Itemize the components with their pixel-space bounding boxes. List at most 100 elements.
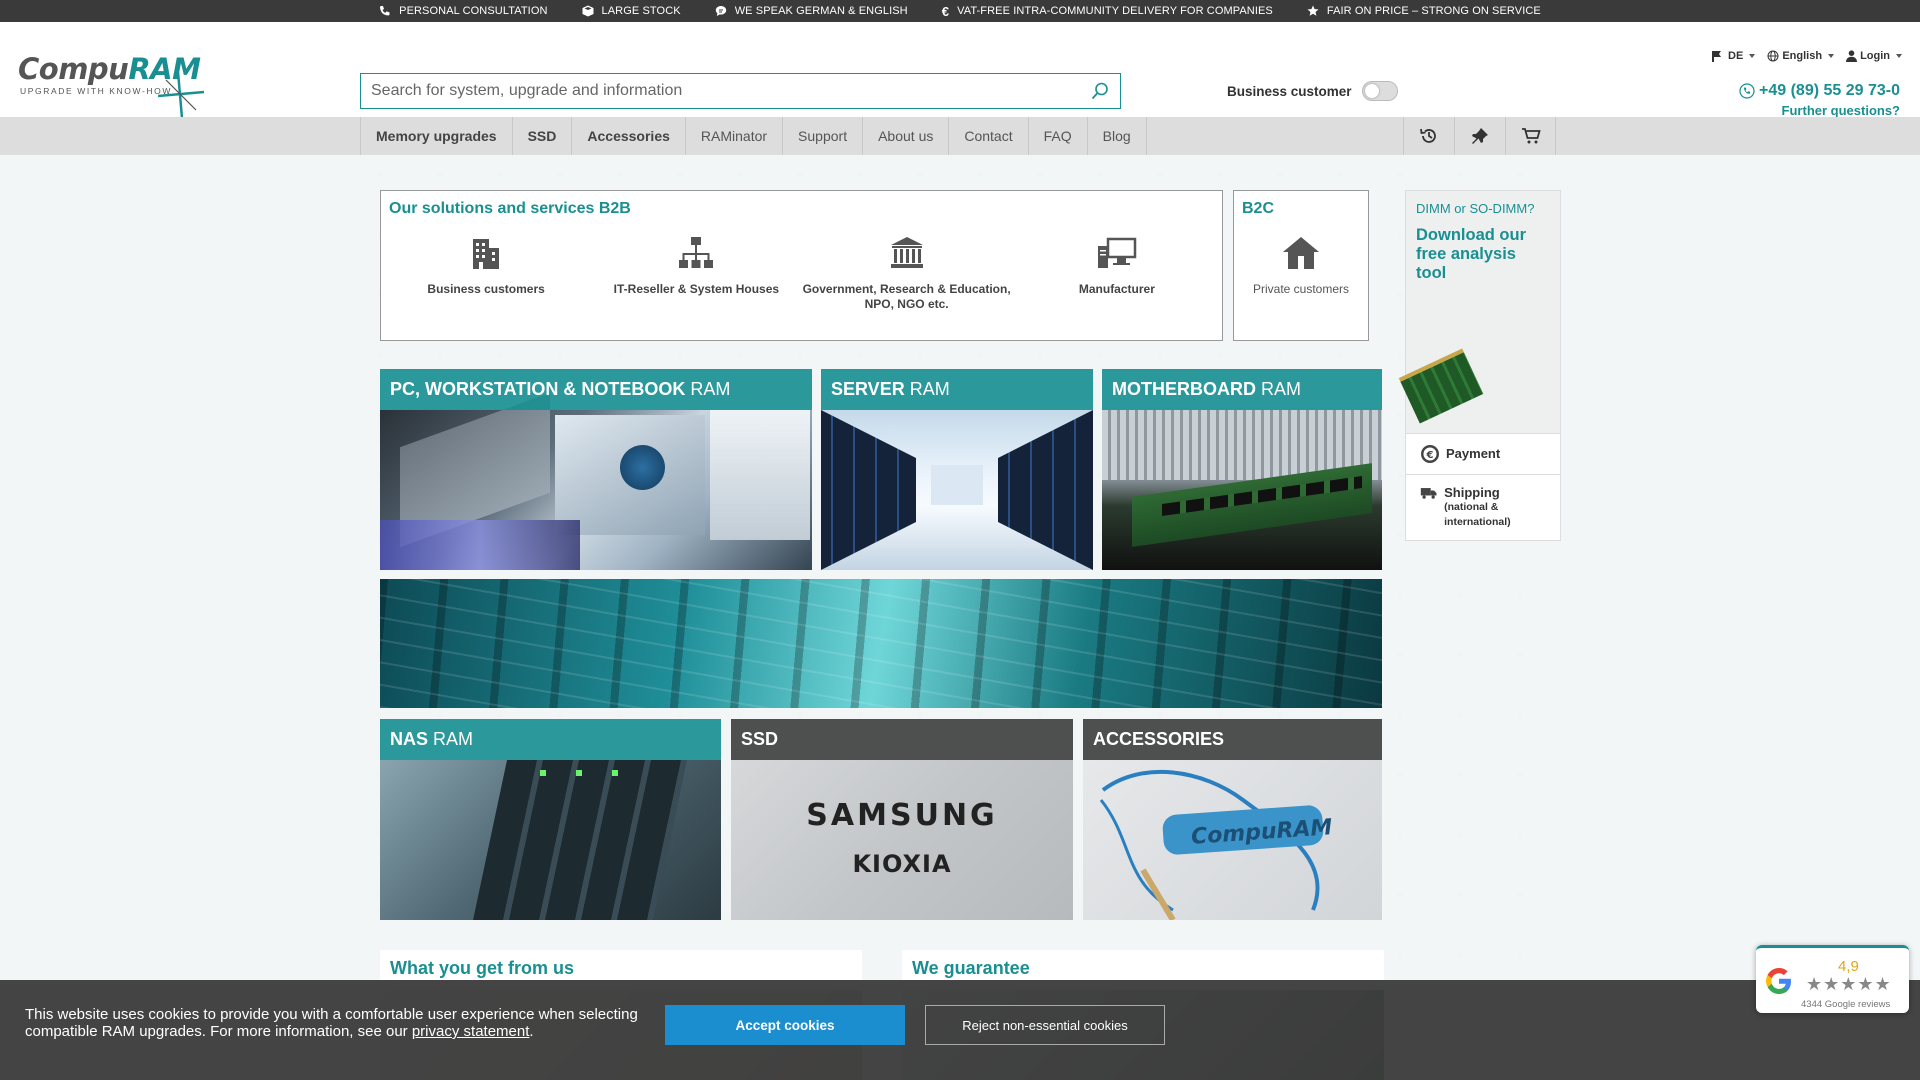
svg-text:€: € [1426,450,1434,461]
solution-business-customers[interactable]: Business customers [381,236,591,312]
memory-banner[interactable] [380,579,1382,708]
category-tile-accessories[interactable]: CompuRAM ACCESSORIES [1083,719,1382,920]
search-input[interactable] [361,74,1080,108]
category-tile-motherboard-ram[interactable]: MOTHERBOARD RAM [1102,369,1382,570]
main-navigation: Memory upgrades SSD Accessories RAMinato… [0,117,1920,155]
nav-item-ssd[interactable]: SSD [513,117,573,155]
search-button[interactable] [1080,74,1120,108]
solution-label: Business customers [427,282,545,296]
solution-government[interactable]: Government, Research & Education, NPO, N… [802,236,1012,312]
payment-coin-icon: € [1421,445,1439,463]
phone-link[interactable]: +49 (89) 55 29 73-0 [1739,82,1900,100]
phone-icon [1739,83,1755,99]
nav-item-raminator[interactable]: RAMinator [686,117,784,155]
truck-icon [1420,488,1437,499]
tile-caption: SSD [731,719,1073,760]
pc-workstation-image [380,392,812,570]
solution-label: Private customers [1252,282,1350,296]
ssd-brands-image: SAMSUNG KIOXIA [731,760,1073,920]
search-icon [1091,82,1108,100]
accept-cookies-button[interactable]: Accept cookies [665,1005,905,1045]
reject-cookies-button[interactable]: Reject non-essential cookies [925,1005,1165,1045]
payment-link[interactable]: € Payment [1405,434,1561,475]
business-customer-switch: Business customer [1227,81,1398,101]
b2b-solutions-list: Business customers IT-Reseller & System … [381,236,1222,312]
nav-item-about-us[interactable]: About us [863,117,950,155]
logo-cross-icon [158,72,204,118]
promo-title: We guarantee [912,958,1030,978]
usp-item: FAIR ON PRICE – STRONG ON SERVICE [1307,5,1541,17]
solution-label: Government, Research & Education, NPO, N… [802,282,1011,311]
esd-strap-image: CompuRAM [1083,760,1382,920]
right-sidebar: DIMM or SO-DIMM? Download our free analy… [1398,190,1561,541]
header-utilities: DE English Login [1711,50,1902,62]
shipping-link[interactable]: Shipping (national & international) [1405,475,1561,541]
box-icon [582,5,594,17]
privacy-statement-link[interactable]: privacy statement [412,1023,530,1040]
euro-icon: € [941,3,950,19]
google-reviews-widget[interactable]: 4,9 ★★★★★ 4344 Google reviews [1756,945,1909,1013]
nav-item-support[interactable]: Support [783,117,864,155]
building-icon [473,239,500,269]
usp-text: LARGE STOCK [601,5,681,17]
phone-icon [380,6,390,16]
nav-menu: Memory upgrades SSD Accessories RAMinato… [360,117,1147,155]
language-selector[interactable]: English [1767,50,1835,62]
dimm-question: DIMM or SO-DIMM? [1416,201,1535,216]
download-tool-link[interactable]: Download our free analysis tool [1416,226,1550,285]
promo-title: What you get from us [390,958,574,978]
analysis-tool-ad[interactable]: DIMM or SO-DIMM? Download our free analy… [1398,190,1561,434]
b2c-panel: B2C Private customers [1233,190,1369,341]
usp-bar: PERSONAL CONSULTATION LARGE STOCK WE SPE… [0,0,1920,22]
category-tile-ssd[interactable]: SAMSUNG KIOXIA SSD [731,719,1073,920]
history-button[interactable] [1403,117,1454,155]
tile-caption: SERVER RAM [821,369,1093,410]
usp-text: PERSONAL CONSULTATION [399,5,548,17]
category-tile-nas-ram[interactable]: NAS RAM [380,719,721,920]
business-customer-toggle[interactable] [1361,81,1398,101]
shipping-subtitle: (national & international) [1444,501,1511,528]
solution-label: IT-Reseller & System Houses [613,282,780,296]
nas-image [380,760,721,920]
nav-item-memory-upgrades[interactable]: Memory upgrades [360,117,513,155]
country-selector[interactable]: DE [1711,50,1756,62]
contact-phone: +49 (89) 55 29 73-0 Further questions? [1739,82,1900,118]
solution-it-reseller[interactable]: IT-Reseller & System Houses [591,236,801,312]
login-menu[interactable]: Login [1846,50,1902,62]
tile-caption: ACCESSORIES [1083,719,1382,760]
google-g-icon [1766,968,1791,994]
search-box [360,73,1121,109]
tile-caption: NAS RAM [380,719,721,760]
logo[interactable]: CompuRAM UPGRADE WITH KNOW-HOW [18,52,204,118]
nav-item-accessories[interactable]: Accessories [572,117,686,155]
speech-icon [715,6,726,16]
house-icon [1283,237,1319,269]
usp-item: LARGE STOCK [582,5,681,17]
category-tile-server-ram[interactable]: SERVER RAM [821,369,1093,570]
usp-text: FAIR ON PRICE – STRONG ON SERVICE [1326,5,1541,17]
b2c-title: B2C [1242,200,1275,217]
government-building-icon [890,237,923,268]
globe-icon [1767,50,1779,62]
banner-image [380,579,1382,708]
network-hierarchy-icon [679,237,714,268]
shipping-flag-icon [1712,51,1722,62]
logo-tagline: UPGRADE WITH KNOW-HOW [20,86,172,96]
cart-button[interactable] [1505,117,1556,155]
bookmark-button[interactable] [1454,117,1505,155]
ram-module-image [1398,348,1484,424]
b2b-solutions-title: Our solutions and services B2B [389,200,631,217]
cart-icon [1521,128,1541,144]
motherboard-image [1102,410,1382,570]
category-tile-pc-ram[interactable]: PC, WORKSTATION & NOTEBOOK RAM [380,369,812,570]
business-customer-label: Business customer [1227,83,1352,99]
kioxia-logo: KIOXIA [852,850,952,878]
nav-item-contact[interactable]: Contact [949,117,1029,155]
solution-manufacturer[interactable]: Manufacturer [1012,236,1222,312]
solution-private-customers[interactable]: Private customers [1234,236,1368,297]
history-icon [1420,128,1436,143]
nav-item-faq[interactable]: FAQ [1029,117,1088,155]
further-questions-link[interactable]: Further questions? [1739,103,1900,118]
b2b-solutions-panel: Our solutions and services B2B Business … [380,190,1223,341]
nav-item-blog[interactable]: Blog [1088,117,1147,155]
